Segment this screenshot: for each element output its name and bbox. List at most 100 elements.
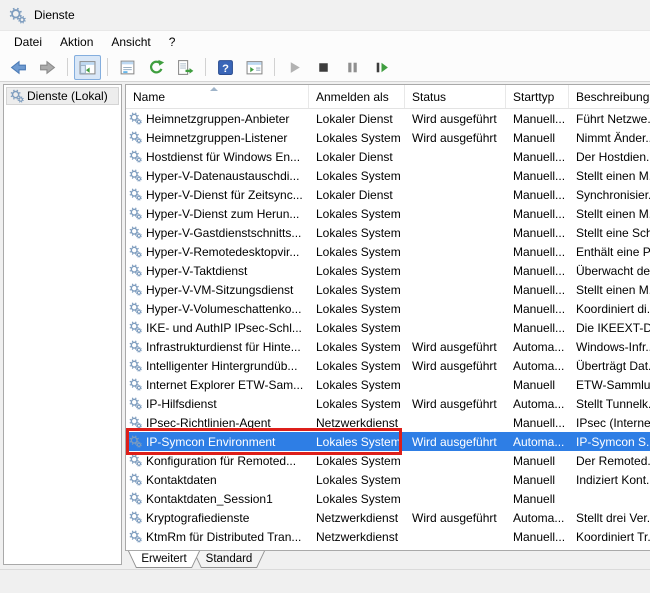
- service-starttype: Manuell...: [506, 283, 569, 297]
- gear-icon: [129, 435, 142, 448]
- gear-icon: [129, 302, 142, 315]
- gear-icon: [129, 131, 142, 144]
- column-header-status[interactable]: Status: [405, 85, 506, 108]
- service-logon: Lokales System: [309, 492, 405, 506]
- services-window: Dienste DateiAktionAnsicht? ? Dienste (L…: [0, 0, 650, 593]
- service-row[interactable]: Hyper-V-Remotedesktopvir... Lokales Syst…: [126, 242, 650, 261]
- refresh-button[interactable]: [143, 55, 170, 80]
- gear-icon: [129, 169, 142, 182]
- service-name: Hyper-V-VM-Sitzungsdienst: [146, 283, 293, 297]
- help-button[interactable]: ?: [212, 55, 239, 80]
- restart-service-button[interactable]: [368, 55, 395, 80]
- service-starttype: Manuell: [506, 473, 569, 487]
- properties-icon: [119, 59, 136, 76]
- restart-icon: [373, 59, 390, 76]
- service-starttype: Manuell: [506, 131, 569, 145]
- column-header-starttyp[interactable]: Starttyp: [506, 85, 569, 108]
- show-action-pane-button[interactable]: [241, 55, 268, 80]
- menu-item-datei[interactable]: Datei: [5, 32, 51, 52]
- service-description: Führt Netzwe...: [569, 112, 650, 126]
- service-row[interactable]: Konfiguration für Remoted... Lokales Sys…: [126, 451, 650, 470]
- service-row[interactable]: Heimnetzgruppen-Anbieter Lokaler Dienst …: [126, 109, 650, 128]
- service-row[interactable]: Hyper-V-VM-Sitzungsdienst Lokales System…: [126, 280, 650, 299]
- gear-icon: [129, 492, 142, 505]
- service-starttype: Manuell...: [506, 245, 569, 259]
- service-name: Hyper-V-Dienst für Zeitsync...: [146, 188, 303, 202]
- back-button[interactable]: [5, 55, 32, 80]
- export-list-button[interactable]: [172, 55, 199, 80]
- service-row[interactable]: Hostdienst für Windows En... Lokaler Die…: [126, 147, 650, 166]
- toolbar-separator: [107, 58, 108, 76]
- service-name: Hyper-V-Volumeschattenko...: [146, 302, 301, 316]
- service-row[interactable]: Heimnetzgruppen-Listener Lokales System …: [126, 128, 650, 147]
- service-starttype: Manuell...: [506, 302, 569, 316]
- service-name: IPsec-Richtlinien-Agent: [146, 416, 271, 430]
- forward-button[interactable]: [34, 55, 61, 80]
- service-row[interactable]: Kontaktdaten Lokales System Manuell Indi…: [126, 470, 650, 489]
- pause-service-button[interactable]: [339, 55, 366, 80]
- refresh-icon: [148, 59, 165, 76]
- service-row[interactable]: IPsec-Richtlinien-Agent Netzwerkdienst M…: [126, 413, 650, 432]
- tab-standard[interactable]: Standard: [193, 551, 265, 568]
- column-header-anmelden-als[interactable]: Anmelden als: [309, 85, 405, 108]
- menu-item-help[interactable]: ?: [160, 32, 185, 52]
- service-name: Intelligenter Hintergrundüb...: [146, 359, 297, 373]
- service-starttype: Automa...: [506, 435, 569, 449]
- menu-item-aktion[interactable]: Aktion: [51, 32, 102, 52]
- service-row[interactable]: Hyper-V-Taktdienst Lokales System Manuel…: [126, 261, 650, 280]
- service-starttype: Manuell...: [506, 188, 569, 202]
- service-starttype: Automa...: [506, 511, 569, 525]
- gear-icon: [129, 473, 142, 486]
- service-starttype: Manuell...: [506, 264, 569, 278]
- service-starttype: Manuell...: [506, 169, 569, 183]
- start-service-button[interactable]: [281, 55, 308, 80]
- service-row[interactable]: Hyper-V-Volumeschattenko... Lokales Syst…: [126, 299, 650, 318]
- toolbar: ?: [0, 53, 650, 82]
- service-starttype: Automa...: [506, 340, 569, 354]
- service-row[interactable]: Kryptografiedienste Netzwerkdienst Wird …: [126, 508, 650, 527]
- service-name: Hyper-V-Dienst zum Herun...: [146, 207, 299, 221]
- stop-service-button[interactable]: [310, 55, 337, 80]
- service-row[interactable]: Hyper-V-Datenaustauschdi... Lokales Syst…: [126, 166, 650, 185]
- forward-icon: [39, 59, 56, 76]
- service-logon: Lokales System: [309, 321, 405, 335]
- service-starttype: Manuell...: [506, 321, 569, 335]
- service-row[interactable]: KtmRm für Distributed Tran... Netzwerkdi…: [126, 527, 650, 546]
- tab-erweitert[interactable]: Erweitert: [128, 551, 200, 568]
- service-row-selected[interactable]: IP-Symcon Environment Lokales System Wir…: [126, 432, 650, 451]
- tree-item-dienste-lokal[interactable]: Dienste (Lokal): [6, 87, 119, 105]
- service-description: Stellt einen M...: [569, 283, 650, 297]
- service-logon: Lokales System: [309, 169, 405, 183]
- service-row[interactable]: Intelligenter Hintergrundüb... Lokales S…: [126, 356, 650, 375]
- service-description: Der Remoted...: [569, 454, 650, 468]
- show-console-tree-button[interactable]: [74, 55, 101, 80]
- view-tabstrip: ErweitertStandard: [125, 551, 650, 570]
- services-list-pane: NameAnmelden alsStatusStarttypBeschreibu…: [125, 84, 650, 570]
- service-name: Hostdienst für Windows En...: [146, 150, 300, 164]
- service-row[interactable]: Kontaktdaten_Session1 Lokales System Man…: [126, 489, 650, 508]
- console-tree-pane: Dienste (Lokal): [3, 84, 122, 565]
- properties-button[interactable]: [114, 55, 141, 80]
- gear-icon: [129, 454, 142, 467]
- gear-icon: [10, 89, 24, 103]
- service-logon: Lokales System: [309, 245, 405, 259]
- service-row[interactable]: Hyper-V-Gastdienstschnitts... Lokales Sy…: [126, 223, 650, 242]
- service-row[interactable]: Internet Explorer ETW-Sam... Lokales Sys…: [126, 375, 650, 394]
- gear-icon: [129, 359, 142, 372]
- gear-icon: [129, 188, 142, 201]
- service-row[interactable]: Hyper-V-Dienst zum Herun... Lokales Syst…: [126, 204, 650, 223]
- menu-item-ansicht[interactable]: Ansicht: [102, 32, 159, 52]
- column-header-beschreibung[interactable]: Beschreibung: [569, 85, 650, 108]
- service-name: Heimnetzgruppen-Listener: [146, 131, 287, 145]
- service-row[interactable]: Hyper-V-Dienst für Zeitsync... Lokaler D…: [126, 185, 650, 204]
- console-tree-icon: [79, 59, 96, 76]
- service-status: Wird ausgeführt: [405, 340, 506, 354]
- service-row[interactable]: Infrastrukturdienst für Hinte... Lokales…: [126, 337, 650, 356]
- service-name: Kontaktdaten: [146, 473, 217, 487]
- service-row[interactable]: IP-Hilfsdienst Lokales System Wird ausge…: [126, 394, 650, 413]
- service-status: Wird ausgeführt: [405, 511, 506, 525]
- toolbar-separator: [274, 58, 275, 76]
- toolbar-separator: [67, 58, 68, 76]
- service-row[interactable]: IKE- und AuthIP IPsec-Schl... Lokales Sy…: [126, 318, 650, 337]
- service-logon: Lokales System: [309, 397, 405, 411]
